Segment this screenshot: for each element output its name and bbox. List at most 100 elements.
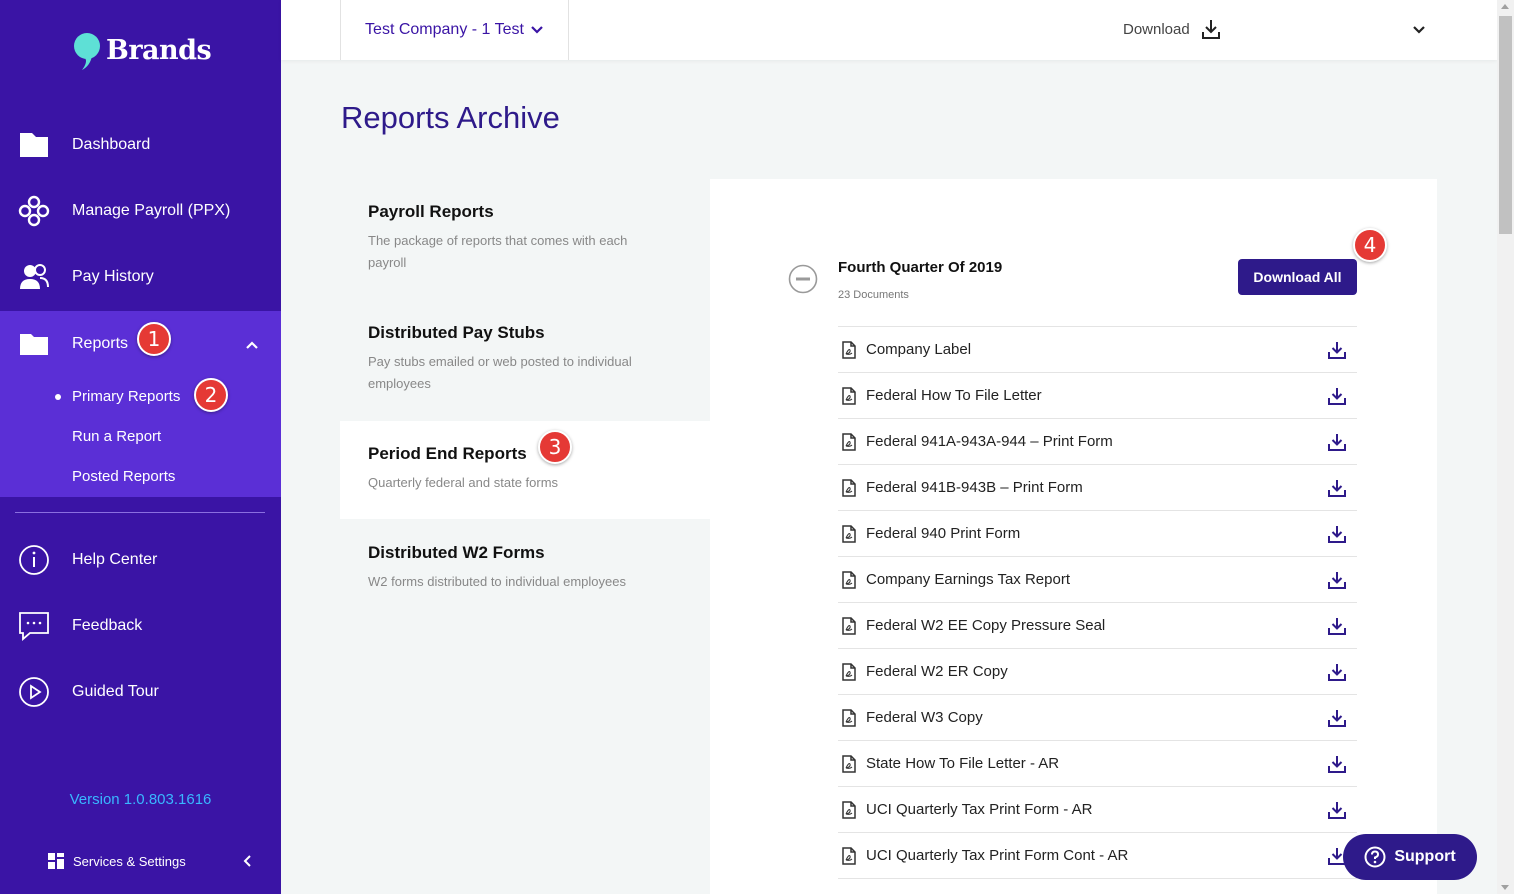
document-row[interactable]: Federal W2 ER Copy bbox=[838, 648, 1357, 694]
version-text: Version 1.0.803.1616 bbox=[69, 791, 212, 808]
step-badge-2: 2 bbox=[194, 378, 228, 412]
dashboard-icon bbox=[20, 133, 48, 157]
pay-history-icon bbox=[20, 264, 49, 289]
document-name: UCI Quarterly Tax Print Form - AR bbox=[866, 801, 1093, 818]
category-period-end-reports[interactable]: Period End Reports Quarterly federal and… bbox=[340, 421, 710, 519]
pdf-file-icon bbox=[842, 478, 856, 497]
document-row[interactable]: Federal How To File Letter bbox=[838, 372, 1357, 418]
document-row[interactable]: Federal W2 EE Copy Pressure Seal bbox=[838, 602, 1357, 648]
sidebar-sub-primary-reports[interactable]: Primary Reports bbox=[72, 388, 180, 405]
download-icon[interactable] bbox=[1327, 662, 1347, 682]
collapse-icon[interactable] bbox=[788, 264, 818, 294]
download-button[interactable]: Download bbox=[1123, 18, 1222, 40]
pdf-file-icon bbox=[842, 386, 856, 405]
document-row[interactable]: UCI Quarterly Tax Print Form - AR bbox=[838, 786, 1357, 832]
document-row[interactable]: State How To File Letter - AR bbox=[838, 740, 1357, 786]
sidebar-item-dashboard[interactable]: Dashboard bbox=[0, 112, 281, 178]
document-name: Federal W2 EE Copy Pressure Seal bbox=[866, 617, 1106, 634]
logo-text: Brands bbox=[106, 34, 212, 66]
sidebar-item-pay-history[interactable]: Pay History bbox=[0, 244, 281, 310]
quarter-title: Fourth Quarter Of 2019 bbox=[838, 259, 1003, 276]
category-distributed-pay-stubs[interactable]: Distributed Pay Stubs Pay stubs emailed … bbox=[340, 323, 710, 423]
category-desc: Pay stubs emailed or web posted to indiv… bbox=[368, 354, 632, 391]
page-title: Reports Archive bbox=[341, 100, 560, 135]
sidebar-item-label: Help Center bbox=[72, 551, 158, 568]
pdf-file-icon bbox=[842, 340, 856, 359]
grid-icon bbox=[48, 853, 64, 869]
pdf-file-icon bbox=[842, 432, 856, 451]
sidebar-item-label: Reports bbox=[72, 335, 129, 352]
step-badge-3: 3 bbox=[538, 430, 572, 464]
brand-logo[interactable]: Brands bbox=[70, 30, 212, 70]
top-bar: Test Company - 1 Test Download bbox=[281, 0, 1497, 60]
category-payroll-reports[interactable]: Payroll Reports The package of reports t… bbox=[340, 202, 710, 302]
download-icon[interactable] bbox=[1327, 708, 1347, 728]
download-icon[interactable] bbox=[1327, 524, 1347, 544]
scroll-thumb[interactable] bbox=[1499, 16, 1512, 234]
download-icon[interactable] bbox=[1327, 570, 1347, 590]
download-icon[interactable] bbox=[1327, 478, 1347, 498]
download-all-button[interactable]: Download All bbox=[1238, 259, 1357, 295]
sidebar-item-guided-tour[interactable]: Guided Tour bbox=[0, 659, 281, 725]
document-name: Federal How To File Letter bbox=[866, 387, 1042, 404]
document-name: Federal W3 Copy bbox=[866, 709, 983, 726]
category-title: Payroll Reports bbox=[368, 202, 494, 221]
sidebar-divider bbox=[15, 512, 265, 513]
pdf-file-icon bbox=[842, 616, 856, 635]
document-name: Company Label bbox=[866, 341, 972, 358]
download-icon[interactable] bbox=[1327, 754, 1347, 774]
sidebar-sub-run-a-report[interactable]: Run a Report bbox=[72, 428, 161, 445]
document-row[interactable]: Federal W3 Copy bbox=[838, 694, 1357, 740]
document-row[interactable]: Company Label bbox=[838, 326, 1357, 372]
category-desc: The package of reports that comes with e… bbox=[368, 233, 628, 270]
download-icon bbox=[1201, 20, 1220, 39]
sidebar-item-label: Manage Payroll (PPX) bbox=[72, 202, 231, 219]
support-button[interactable]: Support bbox=[1343, 834, 1477, 880]
company-selector[interactable]: Test Company - 1 Test bbox=[340, 0, 569, 60]
document-row[interactable]: Federal 941A-943A-944 – Print Form bbox=[838, 418, 1357, 464]
feedback-icon bbox=[19, 612, 49, 641]
scrollbar[interactable] bbox=[1497, 0, 1514, 894]
active-dot bbox=[55, 394, 61, 400]
scroll-down-arrow[interactable] bbox=[1501, 885, 1509, 890]
chevron-down-icon bbox=[531, 26, 543, 34]
document-row[interactable]: Federal 941B-943B – Print Form bbox=[838, 464, 1357, 510]
sidebar-item-manage-payroll[interactable]: Manage Payroll (PPX) bbox=[0, 178, 281, 244]
chevron-down-icon[interactable] bbox=[1411, 22, 1427, 38]
sidebar-item-label: Guided Tour bbox=[72, 683, 159, 700]
help-icon bbox=[1364, 846, 1386, 868]
sidebar-sub-posted-reports[interactable]: Posted Reports bbox=[72, 468, 175, 485]
document-name: UCI Quarterly Tax Print Form Cont - AR bbox=[866, 847, 1129, 864]
sidebar-item-help-center[interactable]: Help Center bbox=[0, 527, 281, 593]
chevron-left-icon[interactable] bbox=[240, 853, 256, 869]
chevron-up-icon[interactable] bbox=[244, 337, 260, 353]
document-name: Federal 940 Print Form bbox=[866, 525, 1021, 542]
info-icon bbox=[19, 545, 49, 575]
document-row[interactable]: UCI Quarterly Tax Print Form Cont - AR bbox=[838, 832, 1357, 878]
sidebar-item-feedback[interactable]: Feedback bbox=[0, 593, 281, 659]
category-distributed-w2-forms[interactable]: Distributed W2 Forms W2 forms distribute… bbox=[340, 543, 710, 623]
sidebar-item-label: Pay History bbox=[72, 268, 154, 285]
download-icon[interactable] bbox=[1327, 432, 1347, 452]
services-settings-link[interactable]: Services & Settings bbox=[48, 853, 186, 869]
payroll-icon bbox=[18, 195, 50, 227]
document-row[interactable]: Company Earnings Tax Report bbox=[838, 556, 1357, 602]
document-row[interactable] bbox=[838, 878, 1357, 894]
download-icon[interactable] bbox=[1327, 616, 1347, 636]
download-label: Download bbox=[1123, 20, 1190, 38]
support-label: Support bbox=[1394, 848, 1456, 865]
document-name: Federal 941B-943B – Print Form bbox=[866, 479, 1083, 496]
document-row[interactable]: Federal 940 Print Form bbox=[838, 510, 1357, 556]
document-name: Federal 941A-943A-944 – Print Form bbox=[866, 433, 1113, 450]
company-name: Test Company - 1 Test bbox=[365, 21, 524, 38]
scroll-up-arrow[interactable] bbox=[1501, 4, 1509, 9]
pdf-file-icon bbox=[842, 846, 856, 865]
download-icon[interactable] bbox=[1327, 386, 1347, 406]
download-icon[interactable] bbox=[1327, 340, 1347, 360]
pdf-file-icon bbox=[842, 570, 856, 589]
step-badge-1: 1 bbox=[137, 322, 171, 356]
download-icon[interactable] bbox=[1327, 800, 1347, 820]
pdf-file-icon bbox=[842, 800, 856, 819]
pdf-file-icon bbox=[842, 524, 856, 543]
folder-icon bbox=[20, 334, 48, 355]
